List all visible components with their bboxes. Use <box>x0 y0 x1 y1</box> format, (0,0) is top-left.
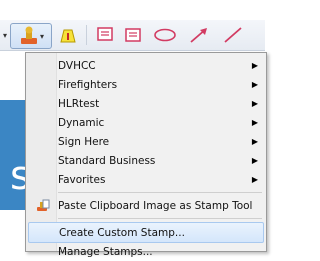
highlighter-icon <box>60 29 76 43</box>
menu-item-label: Manage Stamps... <box>58 245 153 258</box>
menu-item-hlrtest[interactable]: HLRtest ▶ <box>28 94 264 113</box>
stamp-tool-button[interactable]: ▾ <box>10 23 52 49</box>
submenu-arrow-icon: ▶ <box>251 61 258 70</box>
comment-toolbar: ▾ ▾ <box>0 20 265 51</box>
menu-item-dynamic[interactable]: Dynamic ▶ <box>28 113 264 132</box>
menu-item-label: Firefighters <box>58 78 118 91</box>
submenu-arrow-icon: ▶ <box>251 137 258 146</box>
cloud-tool-button[interactable] <box>152 23 178 47</box>
menu-item-paste-clipboard[interactable]: Paste Clipboard Image as Stamp Tool <box>28 196 264 215</box>
stamp-icon <box>20 26 37 44</box>
cloud-icon <box>154 28 176 42</box>
arrow-tool-button[interactable] <box>186 23 212 47</box>
submenu-arrow-icon: ▶ <box>251 156 258 165</box>
toolbar-separator <box>86 25 87 45</box>
toolbar-overflow-arrow[interactable]: ▾ <box>0 23 10 47</box>
menu-item-label: Standard Business <box>58 154 156 167</box>
menu-item-label: Create Custom Stamp... <box>59 226 185 239</box>
line-icon <box>224 27 242 43</box>
window-top-strip <box>0 0 265 20</box>
text-box-tool-button[interactable] <box>122 23 144 47</box>
menu-item-standard-business[interactable]: Standard Business ▶ <box>28 151 264 170</box>
menu-separator <box>58 218 262 219</box>
menu-item-firefighters[interactable]: Firefighters ▶ <box>28 75 264 94</box>
submenu-arrow-icon: ▶ <box>251 175 258 184</box>
menu-item-manage-stamps[interactable]: Manage Stamps... <box>28 242 264 261</box>
menu-item-dvhcc[interactable]: DVHCC ▶ <box>28 56 264 75</box>
submenu-arrow-icon: ▶ <box>251 80 258 89</box>
menu-item-label: Sign Here <box>58 135 110 148</box>
highlight-tool-button[interactable] <box>56 23 80 47</box>
menu-item-label: Favorites <box>58 173 106 186</box>
note-tool-button[interactable] <box>94 23 116 47</box>
chevron-down-icon: ▾ <box>2 30 7 40</box>
text-box-icon <box>125 28 141 42</box>
comment-icon <box>97 27 113 41</box>
paste-stamp-icon <box>37 199 50 211</box>
menu-item-sign-here[interactable]: Sign Here ▶ <box>28 132 264 151</box>
menu-item-label: HLRtest <box>58 97 100 110</box>
line-tool-button[interactable] <box>220 23 246 47</box>
arrow-icon <box>190 28 207 43</box>
menu-item-label: DVHCC <box>58 59 96 72</box>
submenu-arrow-icon: ▶ <box>251 118 258 127</box>
menu-item-favorites[interactable]: Favorites ▶ <box>28 170 264 189</box>
menu-item-label: Dynamic <box>58 116 105 129</box>
submenu-arrow-icon: ▶ <box>251 99 258 108</box>
stamp-dropdown-menu: DVHCC ▶ Firefighters ▶ HLRtest ▶ Dynamic… <box>25 52 267 258</box>
menu-item-create-custom-stamp[interactable]: Create Custom Stamp... <box>28 222 264 243</box>
chevron-down-icon: ▾ <box>39 31 44 41</box>
menu-separator <box>58 192 262 193</box>
menu-item-label: Paste Clipboard Image as Stamp Tool <box>58 199 253 212</box>
